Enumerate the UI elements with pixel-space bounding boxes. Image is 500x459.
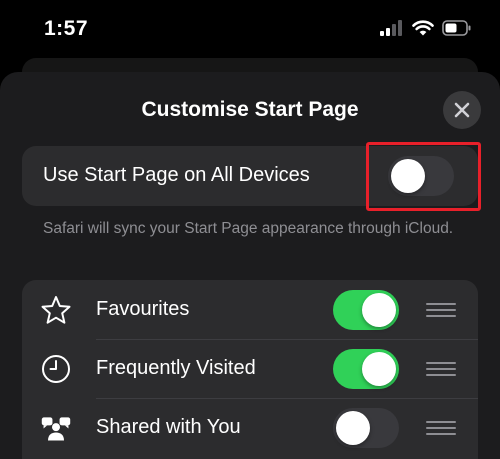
star-icon (40, 294, 72, 326)
section-label: Frequently Visited (96, 357, 256, 379)
battery-icon (442, 20, 471, 36)
section-label: Shared with You (96, 416, 241, 438)
shared-with-you-icon (40, 412, 72, 444)
shared-with-you-toggle[interactable] (333, 408, 399, 448)
sync-all-devices-label: Use Start Page on All Devices (43, 164, 310, 186)
sync-all-devices-row: Use Start Page on All Devices (22, 146, 478, 206)
section-label: Favourites (96, 298, 190, 320)
section-row-frequently-visited: Frequently Visited (22, 339, 478, 398)
cellular-signal-icon (380, 20, 402, 36)
status-icons (380, 20, 472, 36)
wifi-icon (412, 20, 434, 36)
frequently-visited-toggle[interactable] (333, 349, 399, 389)
sections-list: Favourites Frequently Visited Shared wit… (22, 280, 478, 459)
sheet-title: Customise Start Page (141, 98, 359, 121)
section-row-shared-with-you: Shared with You (22, 398, 478, 457)
clock-icon (40, 353, 72, 385)
toggle-knob (336, 411, 370, 445)
drag-handle-icon[interactable] (426, 420, 456, 436)
close-button[interactable] (443, 91, 481, 129)
status-bar: 1:57 (0, 0, 500, 62)
favourites-toggle[interactable] (333, 290, 399, 330)
drag-handle-icon[interactable] (426, 302, 456, 318)
toggle-knob (362, 293, 396, 327)
close-icon (454, 102, 470, 118)
sync-footnote: Safari will sync your Start Page appeara… (43, 220, 454, 237)
toggle-knob (362, 352, 396, 386)
section-row-favourites: Favourites (22, 280, 478, 339)
drag-handle-icon[interactable] (426, 361, 456, 377)
status-time: 1:57 (44, 17, 89, 40)
toggle-knob (391, 159, 425, 193)
sync-all-devices-toggle[interactable] (388, 156, 454, 196)
screen: 1:57 Customise Start Page Use Start Page… (0, 0, 500, 459)
